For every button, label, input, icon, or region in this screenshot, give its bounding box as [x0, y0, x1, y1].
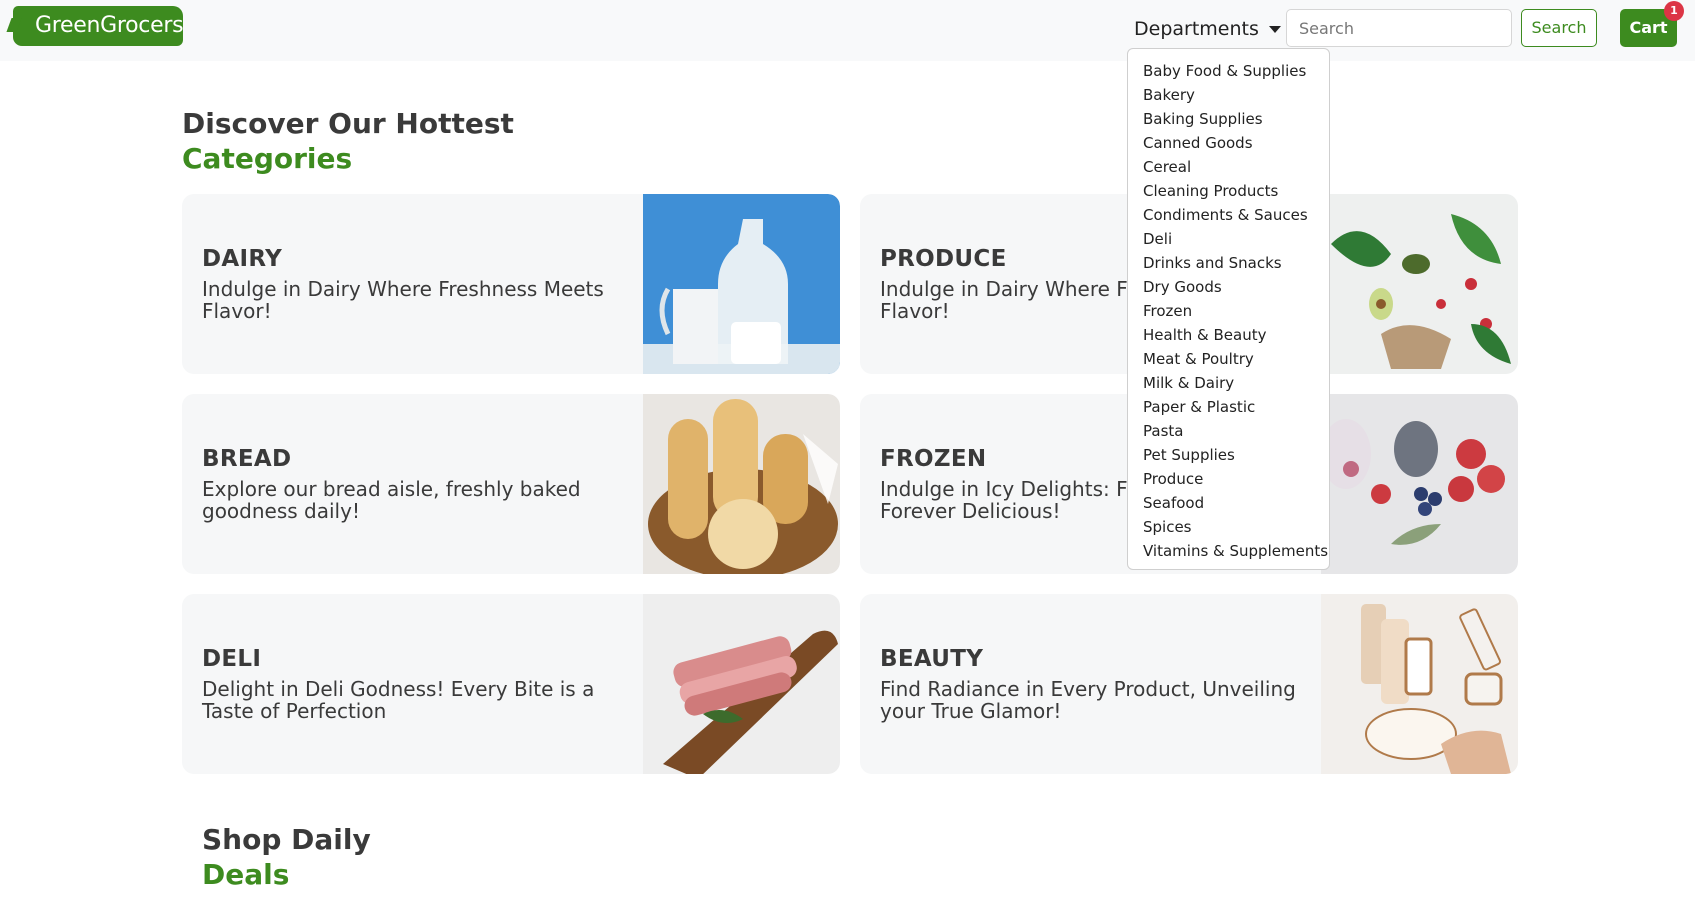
dropdown-item-milk-dairy[interactable]: Milk & Dairy: [1128, 371, 1329, 395]
dropdown-item-dry-goods[interactable]: Dry Goods: [1128, 275, 1329, 299]
dropdown-item-baby-food[interactable]: Baby Food & Supplies: [1128, 59, 1329, 83]
bacon-board-image: [643, 594, 840, 774]
dropdown-item-drinks-snacks[interactable]: Drinks and Snacks: [1128, 251, 1329, 275]
card-title: FROZEN: [880, 446, 987, 472]
dropdown-item-paper-plastic[interactable]: Paper & Plastic: [1128, 395, 1329, 419]
dropdown-item-deli[interactable]: Deli: [1128, 227, 1329, 251]
search-input[interactable]: [1286, 9, 1512, 47]
deals-heading-line1: Shop Daily: [202, 823, 371, 856]
dropdown-item-health-beauty[interactable]: Health & Beauty: [1128, 323, 1329, 347]
milk-bottles-image: [643, 194, 840, 374]
deals-heading-line2: Deals: [202, 858, 290, 891]
navbar: GreenGrocers Departments Search Cart 1: [0, 0, 1695, 61]
category-card-deli[interactable]: DELI Delight in Deli Godness! Every Bite…: [182, 594, 840, 774]
dropdown-item-seafood[interactable]: Seafood: [1128, 491, 1329, 515]
dropdown-item-produce[interactable]: Produce: [1128, 467, 1329, 491]
categories-heading-line1: Discover Our Hottest: [182, 107, 514, 140]
card-description: Delight in Deli Godness! Every Bite is a…: [202, 677, 595, 723]
departments-label: Departments: [1134, 18, 1259, 40]
vegetables-image: [1321, 194, 1518, 374]
category-card-dairy[interactable]: DAIRY Indulge in Dairy Where Freshness M…: [182, 194, 840, 374]
brand-logo[interactable]: GreenGrocers: [13, 6, 184, 46]
dropdown-item-vitamins[interactable]: Vitamins & Supplements: [1128, 539, 1329, 563]
dropdown-item-bakery[interactable]: Bakery: [1128, 83, 1329, 107]
beauty-products-image: [1321, 594, 1518, 774]
card-title: BEAUTY: [880, 646, 984, 672]
dropdown-item-meat-poultry[interactable]: Meat & Poultry: [1128, 347, 1329, 371]
cart-count-badge: 1: [1664, 1, 1684, 21]
bread-basket-image: [643, 394, 840, 574]
dropdown-item-cleaning-products[interactable]: Cleaning Products: [1128, 179, 1329, 203]
dropdown-item-frozen[interactable]: Frozen: [1128, 299, 1329, 323]
category-card-beauty[interactable]: BEAUTY Find Radiance in Every Product, U…: [860, 594, 1518, 774]
category-card-bread[interactable]: BREAD Explore our bread aisle, freshly b…: [182, 394, 840, 574]
frozen-berries-image: [1321, 394, 1518, 574]
categories-heading-line2: Categories: [182, 142, 353, 175]
card-description: Find Radiance in Every Product, Unveilin…: [880, 677, 1296, 723]
dropdown-item-condiments[interactable]: Condiments & Sauces: [1128, 203, 1329, 227]
search-button[interactable]: Search: [1521, 9, 1597, 47]
card-title: PRODUCE: [880, 246, 1007, 272]
caret-down-icon: [1268, 25, 1281, 33]
card-title: DELI: [202, 646, 262, 672]
dropdown-item-baking-supplies[interactable]: Baking Supplies: [1128, 107, 1329, 131]
dropdown-item-spices[interactable]: Spices: [1128, 515, 1329, 539]
card-title: BREAD: [202, 446, 292, 472]
card-title: DAIRY: [202, 246, 283, 272]
dropdown-item-pet-supplies[interactable]: Pet Supplies: [1128, 443, 1329, 467]
departments-menu: Baby Food & Supplies Bakery Baking Suppl…: [1127, 48, 1330, 570]
dropdown-item-canned-goods[interactable]: Canned Goods: [1128, 131, 1329, 155]
departments-dropdown-toggle[interactable]: Departments: [1134, 15, 1281, 43]
dropdown-item-cereal[interactable]: Cereal: [1128, 155, 1329, 179]
card-description: Explore our bread aisle, freshly baked g…: [202, 477, 581, 523]
card-description: Indulge in Dairy Where Freshness Meets F…: [202, 277, 604, 323]
dropdown-item-pasta[interactable]: Pasta: [1128, 419, 1329, 443]
